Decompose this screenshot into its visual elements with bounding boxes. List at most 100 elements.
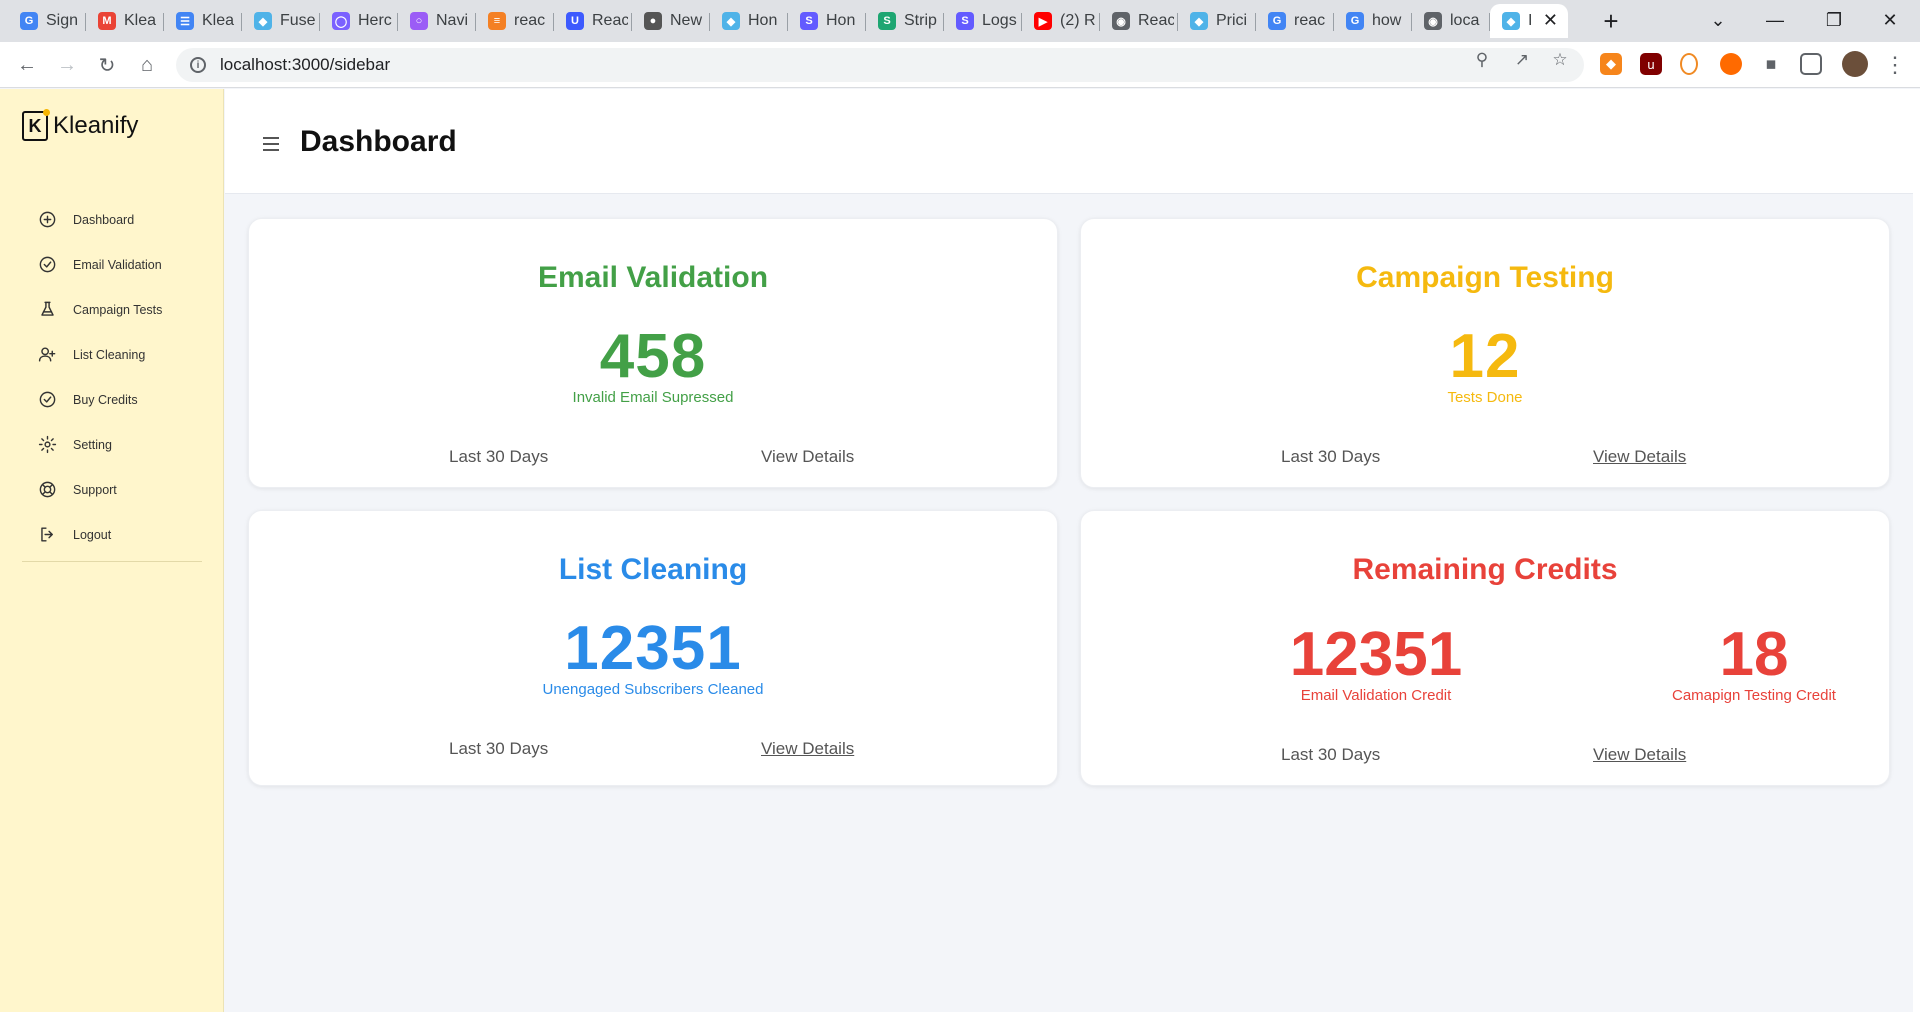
menu-toggle-icon[interactable] [263, 137, 279, 155]
back-button[interactable]: ← [12, 50, 42, 80]
diamond-icon: ◆ [1502, 12, 1520, 30]
sidebar-item-list-cleaning[interactable]: List Cleaning [38, 332, 162, 377]
browser-tab[interactable]: S Strip [866, 4, 944, 38]
sidebar-item-label: Dashboard [73, 212, 135, 227]
campaign-credit-value: 18 [1719, 620, 1789, 689]
browser-tab[interactable]: S Logs [944, 4, 1022, 38]
tab-close-icon[interactable]: ✕ [1543, 10, 1558, 31]
browser-tab[interactable]: ≡ reac [476, 4, 554, 38]
tab-search-chevron-icon[interactable]: ⌄ [1690, 0, 1746, 40]
tab-label: Strip [904, 12, 937, 29]
browser-tab[interactable]: ◉ Reac [1100, 4, 1178, 38]
browser-tab[interactable]: G Sign [8, 4, 86, 38]
sidebar-item-email-validation[interactable]: Email Validation [38, 242, 162, 287]
profile-avatar[interactable] [1842, 51, 1868, 77]
card-subtitle: Unengaged Subscribers Cleaned [542, 681, 764, 698]
sidebar-item-logout[interactable]: Logout [38, 512, 162, 557]
forward-button[interactable]: → [52, 50, 82, 80]
browser-tab[interactable]: ◆ Hon [710, 4, 788, 38]
bookmark-star-icon[interactable]: ☆ [1550, 50, 1570, 70]
view-details-link[interactable]: View Details [761, 447, 854, 467]
email-credit-label: Email Validation Credit [1300, 687, 1452, 704]
sidebar-item-campaign-tests[interactable]: Campaign Tests [38, 287, 162, 332]
tab-label: Prici [1216, 12, 1248, 29]
zoom-icon[interactable]: ⚲ [1472, 50, 1492, 70]
browser-tabstrip: G Sign M Klea ☰ Klea ◆ Fuse ◯ Herc ○ Navi ≡ reac U Reac… [0, 0, 1920, 42]
card-subtitle: Tests Done [1447, 389, 1523, 406]
tab-label: (2) R [1060, 12, 1096, 29]
browser-tab[interactable]: ◉ loca [1412, 4, 1490, 38]
browser-tab[interactable]: ▶ (2) R [1022, 4, 1100, 38]
minimize-button[interactable]: — [1747, 0, 1803, 40]
browser-tab[interactable]: S Hon [788, 4, 866, 38]
sidebar-item-setting[interactable]: Setting [38, 422, 162, 467]
google-icon: G [1346, 12, 1364, 30]
card-value: 458 [599, 322, 707, 391]
view-details-link[interactable]: View Details [1593, 745, 1686, 765]
tab-label: Reac [1138, 12, 1174, 29]
tab-label: Reac [592, 12, 628, 29]
tab-label: Sign [46, 12, 79, 29]
card-value: 12 [1449, 322, 1521, 391]
browser-tab[interactable]: U Reac [554, 4, 632, 38]
s-icon: S [800, 12, 818, 30]
browser-tab[interactable]: ◆ Prici [1178, 4, 1256, 38]
browser-tab[interactable]: ○ Navi [398, 4, 476, 38]
tab-list: G Sign M Klea ☰ Klea ◆ Fuse ◯ Herc ○ Navi ≡ reac U Reac… [8, 4, 1568, 38]
view-details-link[interactable]: View Details [1593, 447, 1686, 467]
extension-round-icon[interactable] [1720, 53, 1742, 75]
swirl-icon: ○ [410, 12, 428, 30]
tab-label: Hon [748, 12, 778, 29]
address-bar[interactable]: i localhost:3000/sidebar [176, 48, 1584, 82]
sidebar-item-dashboard[interactable]: Dashboard [38, 197, 162, 242]
check-circle-icon [39, 391, 56, 408]
globe-icon: ◉ [1424, 12, 1442, 30]
metamask-extension-icon[interactable]: ◆ [1600, 53, 1622, 75]
window-close-button[interactable]: ✕ [1862, 0, 1918, 40]
lifebuoy-icon [39, 481, 56, 498]
card-period: Last 30 Days [449, 447, 549, 466]
youtube-icon: ▶ [1034, 12, 1052, 30]
extension-icon[interactable] [1680, 53, 1698, 75]
logo-mark: K [22, 109, 50, 141]
card-period: Last 30 Days [1281, 447, 1381, 466]
tab-label: Logs [982, 12, 1017, 29]
stack-icon: ≡ [488, 12, 506, 30]
browser-tab[interactable]: ◯ Herc [320, 4, 398, 38]
sidebar-item-label: Setting [73, 437, 112, 452]
browser-tab[interactable]: ◆ Fuse [242, 4, 320, 38]
diamond-icon: ◆ [1190, 12, 1208, 30]
sidebar-item-label: List Cleaning [73, 347, 146, 362]
brand-logo[interactable]: K Kleanify [22, 109, 138, 141]
ublock-extension-icon[interactable]: u [1640, 53, 1662, 75]
active-browser-tab[interactable]: ◆ I ✕ [1490, 4, 1568, 38]
side-panel-icon[interactable] [1800, 53, 1822, 75]
url-text[interactable]: localhost:3000/sidebar [220, 55, 390, 75]
reload-button[interactable]: ↻ [92, 50, 122, 80]
scrollbar-track[interactable] [1913, 89, 1920, 1012]
gear-icon [38, 435, 57, 454]
tab-label: reac [1294, 12, 1326, 29]
extensions-puzzle-icon[interactable]: ◼ [1760, 53, 1782, 75]
browser-tab[interactable]: Greac [1256, 4, 1334, 38]
new-tab-button[interactable]: + [1595, 6, 1627, 36]
shield-icon: ◯ [332, 12, 350, 30]
browser-tab[interactable]: M Klea [86, 4, 164, 38]
home-button[interactable]: ⌂ [132, 50, 162, 80]
view-details-link[interactable]: View Details [761, 739, 854, 759]
tab-label: loca [1450, 12, 1480, 29]
check-circle-icon [39, 256, 56, 273]
email-validation-card: Email Validation 458 Invalid Email Supre… [248, 218, 1058, 488]
browser-tab[interactable]: ☰ Klea [164, 4, 242, 38]
browser-tab[interactable]: ● New [632, 4, 710, 38]
sidebar-item-buy-credits[interactable]: Buy Credits [38, 377, 162, 422]
browser-tab[interactable]: Ghow [1334, 4, 1412, 38]
share-icon[interactable]: ↗ [1512, 50, 1532, 70]
sidebar-item-support[interactable]: Support [38, 467, 162, 512]
card-value: 12351 [564, 614, 742, 683]
restore-button[interactable]: ❐ [1806, 0, 1862, 40]
remaining-credits-card: Remaining Credits 12351 Email Validation… [1080, 510, 1890, 786]
site-info-icon[interactable]: i [190, 57, 206, 73]
browser-menu-icon[interactable]: ⋮ [1880, 50, 1910, 80]
globe-icon: ◉ [1112, 12, 1130, 30]
